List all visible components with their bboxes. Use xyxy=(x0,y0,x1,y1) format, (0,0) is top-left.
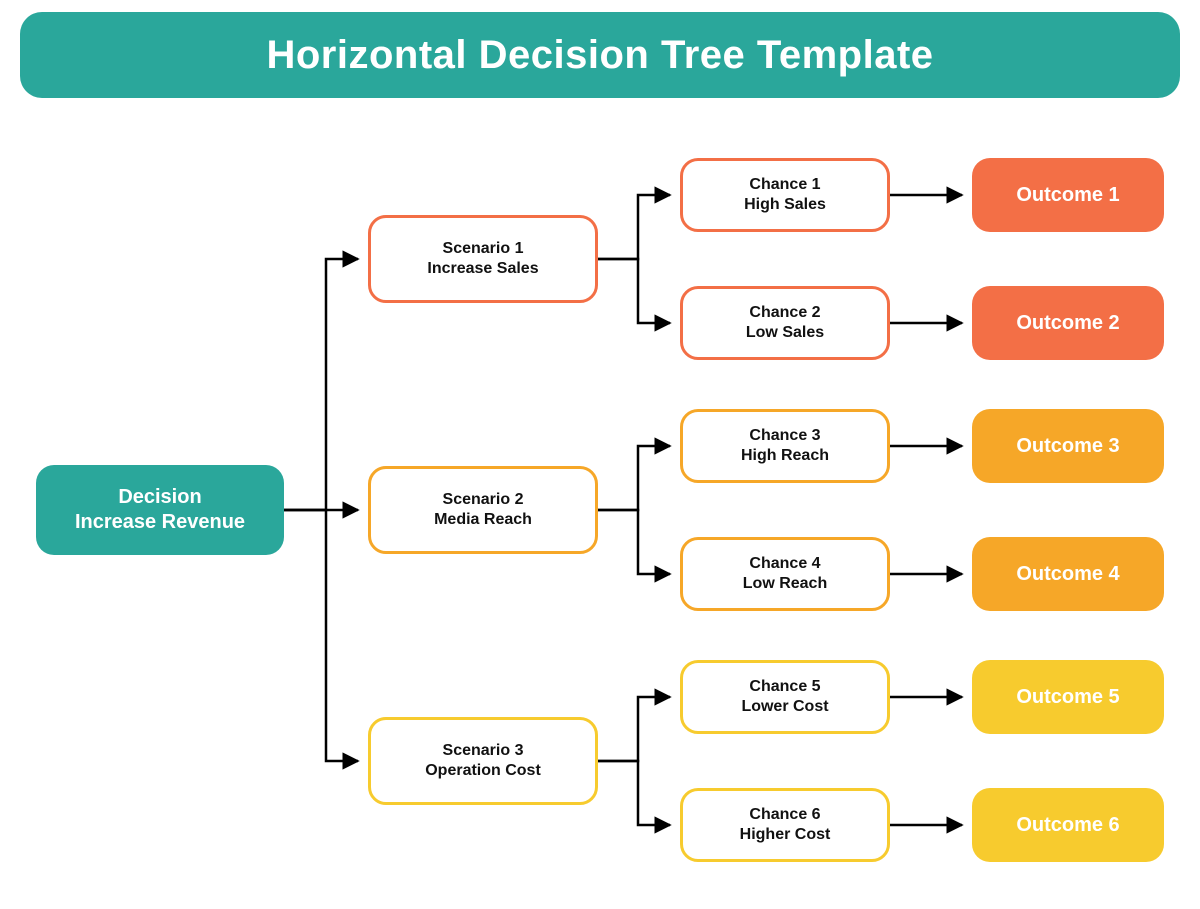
scenario-2-line1: Scenario 2 xyxy=(443,490,524,510)
decision-line1: Decision xyxy=(118,485,201,510)
outcome-5-label: Outcome 5 xyxy=(1016,685,1119,710)
chance-2-line2: Low Sales xyxy=(746,323,824,343)
outcome-2: Outcome 2 xyxy=(972,286,1164,360)
decision-node: Decision Increase Revenue xyxy=(36,465,284,555)
chance-1-line2: High Sales xyxy=(744,195,826,215)
outcome-5: Outcome 5 xyxy=(972,660,1164,734)
scenario-2: Scenario 2 Media Reach xyxy=(368,466,598,554)
chance-5: Chance 5 Lower Cost xyxy=(680,660,890,734)
chance-1: Chance 1 High Sales xyxy=(680,158,890,232)
chance-2-line1: Chance 2 xyxy=(749,303,820,323)
outcome-4-label: Outcome 4 xyxy=(1016,562,1119,587)
outcome-3-label: Outcome 3 xyxy=(1016,434,1119,459)
chance-3-line2: High Reach xyxy=(741,446,829,466)
chance-6-line1: Chance 6 xyxy=(749,805,820,825)
outcome-6-label: Outcome 6 xyxy=(1016,813,1119,838)
decision-line2: Increase Revenue xyxy=(75,510,245,535)
chance-6-line2: Higher Cost xyxy=(740,825,831,845)
scenario-1-line1: Scenario 1 xyxy=(443,239,524,259)
chance-3-line1: Chance 3 xyxy=(749,426,820,446)
chance-2: Chance 2 Low Sales xyxy=(680,286,890,360)
scenario-1: Scenario 1 Increase Sales xyxy=(368,215,598,303)
outcome-2-label: Outcome 2 xyxy=(1016,311,1119,336)
scenario-3: Scenario 3 Operation Cost xyxy=(368,717,598,805)
scenario-3-line1: Scenario 3 xyxy=(443,741,524,761)
chance-4-line1: Chance 4 xyxy=(749,554,820,574)
outcome-1: Outcome 1 xyxy=(972,158,1164,232)
scenario-1-line2: Increase Sales xyxy=(427,259,538,279)
chance-1-line1: Chance 1 xyxy=(749,175,820,195)
outcome-1-label: Outcome 1 xyxy=(1016,183,1119,208)
chance-3: Chance 3 High Reach xyxy=(680,409,890,483)
chance-6: Chance 6 Higher Cost xyxy=(680,788,890,862)
chance-4-line2: Low Reach xyxy=(743,574,827,594)
title-bar: Horizontal Decision Tree Template xyxy=(20,12,1180,98)
page-title: Horizontal Decision Tree Template xyxy=(266,33,933,78)
outcome-4: Outcome 4 xyxy=(972,537,1164,611)
outcome-6: Outcome 6 xyxy=(972,788,1164,862)
scenario-2-line2: Media Reach xyxy=(434,510,532,530)
chance-5-line2: Lower Cost xyxy=(741,697,828,717)
chance-5-line1: Chance 5 xyxy=(749,677,820,697)
scenario-3-line2: Operation Cost xyxy=(425,761,541,781)
outcome-3: Outcome 3 xyxy=(972,409,1164,483)
chance-4: Chance 4 Low Reach xyxy=(680,537,890,611)
